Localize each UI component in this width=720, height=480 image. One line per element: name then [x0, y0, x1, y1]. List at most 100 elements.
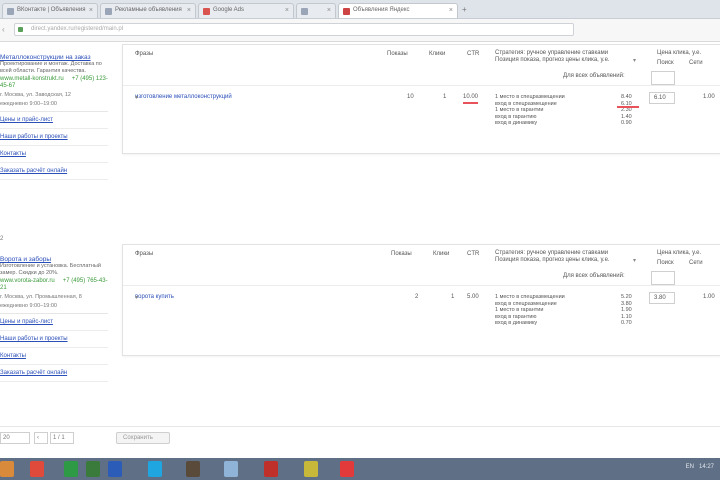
- position-list: 1 место в спецразмещении вход в спецразм…: [495, 294, 565, 327]
- page-prev-button[interactable]: ‹: [34, 432, 48, 444]
- yandex-icon: [343, 8, 350, 15]
- tab-title: Рекламные объявления: [115, 7, 182, 13]
- bid-value: 6.10: [654, 95, 666, 101]
- sitelink[interactable]: Контакты: [0, 146, 108, 163]
- chevron-down-icon[interactable]: ▾: [135, 294, 138, 301]
- url-input[interactable]: direct.yandex.ru/registered/main.pl: [14, 23, 574, 36]
- ad-card-1: Металлоконструкции на заказ Проектирован…: [0, 54, 108, 180]
- ctr-value: 10.00: [463, 94, 479, 104]
- back-icon[interactable]: ‹: [2, 25, 5, 34]
- per-page-value: 20: [3, 435, 10, 441]
- new-tab-icon[interactable]: +: [462, 5, 467, 14]
- ad-url-text[interactable]: www.vorota-zabor.ru: [0, 278, 55, 284]
- tool-icon[interactable]: [304, 461, 318, 477]
- page-value: 1 / 1: [53, 435, 65, 441]
- close-icon[interactable]: ×: [449, 7, 453, 14]
- ad-description: Изготовление и установка. Бесплатный зам…: [0, 263, 101, 276]
- all-ads-label: Для всех объявлений:: [563, 273, 625, 279]
- sitelink[interactable]: Наши работы и проекты: [0, 331, 108, 348]
- sitelinks: Цены и прайс-лист Наши работы и проекты …: [0, 313, 108, 382]
- tab-title: ВКонтакте | Объявления: [17, 7, 86, 13]
- phrase-table-2: Фразы Показы Клики CTR Стратегия: ручное…: [122, 244, 720, 356]
- tab-1[interactable]: ВКонтакте | Объявления ×: [2, 3, 98, 18]
- col-ctr[interactable]: CTR: [467, 51, 479, 57]
- per-page-select[interactable]: 20: [0, 432, 30, 444]
- start-icon[interactable]: [0, 461, 14, 477]
- all-ads-label: Для всех объявлений:: [563, 73, 625, 79]
- ad-title[interactable]: Ворота и заборы: [0, 256, 108, 263]
- bid-value: 3.80: [654, 295, 666, 301]
- sitelink[interactable]: Контакты: [0, 348, 108, 365]
- col-shows[interactable]: Показы: [387, 51, 408, 57]
- skype-icon[interactable]: [148, 461, 162, 477]
- col-position: Позиция показа, прогноз цены клика, у.е.: [495, 57, 610, 63]
- ad-title[interactable]: Металлоконструкции на заказ: [0, 54, 108, 61]
- col-shows[interactable]: Показы: [391, 251, 412, 257]
- col-clicks[interactable]: Клики: [429, 51, 445, 57]
- clock[interactable]: 14:27: [699, 464, 714, 470]
- bid-search-input[interactable]: 6.10: [649, 92, 675, 104]
- divider: [0, 426, 720, 427]
- chevron-down-icon[interactable]: ▾: [135, 94, 138, 101]
- position-prices: 8.40 6.10 2.30 1.40 0.90: [621, 94, 632, 127]
- chevron-down-icon[interactable]: ▾: [633, 57, 636, 64]
- save-label: Сохранить: [123, 435, 153, 441]
- col-clicks[interactable]: Клики: [433, 251, 449, 257]
- ad-url-text[interactable]: www.metall-konstrukt.ru: [0, 76, 64, 82]
- save-button[interactable]: Сохранить: [116, 432, 170, 444]
- chevron-down-icon[interactable]: ▾: [633, 257, 636, 264]
- bid-network-value[interactable]: 1.00: [703, 294, 715, 300]
- position-price: 8.40: [621, 94, 632, 100]
- close-icon[interactable]: ×: [285, 7, 289, 14]
- table-header: Фразы Показы Клики CTR Стратегия: ручное…: [123, 245, 720, 286]
- all-ads-bid-input[interactable]: [651, 71, 675, 85]
- address-bar: ‹ direct.yandex.ru/registered/main.pl: [0, 19, 720, 42]
- spreadsheet-icon[interactable]: [86, 461, 100, 477]
- opera-icon[interactable]: [30, 461, 44, 477]
- page-icon: [105, 8, 112, 15]
- excel-icon[interactable]: [64, 461, 78, 477]
- tab-4[interactable]: ×: [296, 3, 336, 18]
- tab-3[interactable]: Google Ads ×: [198, 3, 294, 18]
- sitelink[interactable]: Наши работы и проекты: [0, 129, 108, 146]
- bid-search-input[interactable]: 3.80: [649, 292, 675, 304]
- page-indicator[interactable]: 1 / 1: [50, 432, 74, 444]
- ad-hours: ежедневно 9:00–19:00: [0, 302, 57, 309]
- col-keyword[interactable]: Фразы: [135, 251, 153, 257]
- shows-value: 2: [415, 294, 419, 300]
- col-keyword[interactable]: Фразы: [135, 51, 153, 57]
- sitelink[interactable]: Заказать расчёт онлайн: [0, 163, 108, 180]
- tab-title: Google Ads: [213, 7, 245, 13]
- tab-2[interactable]: Рекламные объявления ×: [100, 3, 196, 18]
- sitelink[interactable]: Цены и прайс-лист: [0, 112, 108, 129]
- col-bid-network[interactable]: Сети: [689, 60, 703, 66]
- clicks-value: 1: [443, 94, 447, 100]
- bid-network-value[interactable]: 1.00: [703, 94, 715, 100]
- pdf-icon[interactable]: [264, 461, 278, 477]
- vk-icon: [7, 8, 14, 15]
- close-icon[interactable]: ×: [327, 7, 331, 14]
- shows-value: 10: [407, 94, 414, 100]
- app-icon[interactable]: [186, 461, 200, 477]
- ad-url: www.metall-konstrukt.ru +7 (495) 123-45-6…: [0, 76, 108, 90]
- page-icon: [301, 8, 308, 15]
- col-ctr[interactable]: CTR: [467, 251, 479, 257]
- secure-icon: [18, 27, 23, 32]
- col-bid: Цена клика, у.е.: [657, 50, 702, 56]
- sitelink[interactable]: Заказать расчёт онлайн: [0, 365, 108, 382]
- col-bid-network[interactable]: Сети: [689, 260, 703, 266]
- sitelink[interactable]: Цены и прайс-лист: [0, 314, 108, 331]
- google-icon: [203, 8, 210, 15]
- ad-hours: ежедневно 9:00–19:00: [0, 100, 57, 107]
- close-icon[interactable]: ×: [89, 7, 93, 14]
- tab-5-active[interactable]: Объявления Яндекс ×: [338, 3, 458, 18]
- yandex-browser-icon[interactable]: [340, 461, 354, 477]
- word-icon[interactable]: [108, 461, 122, 477]
- all-ads-bid-input[interactable]: [651, 271, 675, 285]
- language-indicator[interactable]: EN: [686, 464, 694, 470]
- col-bid-search[interactable]: Поиск: [657, 60, 674, 66]
- ad-address: г. Москва, ул. Заводская, 12: [0, 92, 71, 98]
- close-icon[interactable]: ×: [187, 7, 191, 14]
- col-bid-search[interactable]: Поиск: [657, 260, 674, 266]
- file-icon[interactable]: [224, 461, 238, 477]
